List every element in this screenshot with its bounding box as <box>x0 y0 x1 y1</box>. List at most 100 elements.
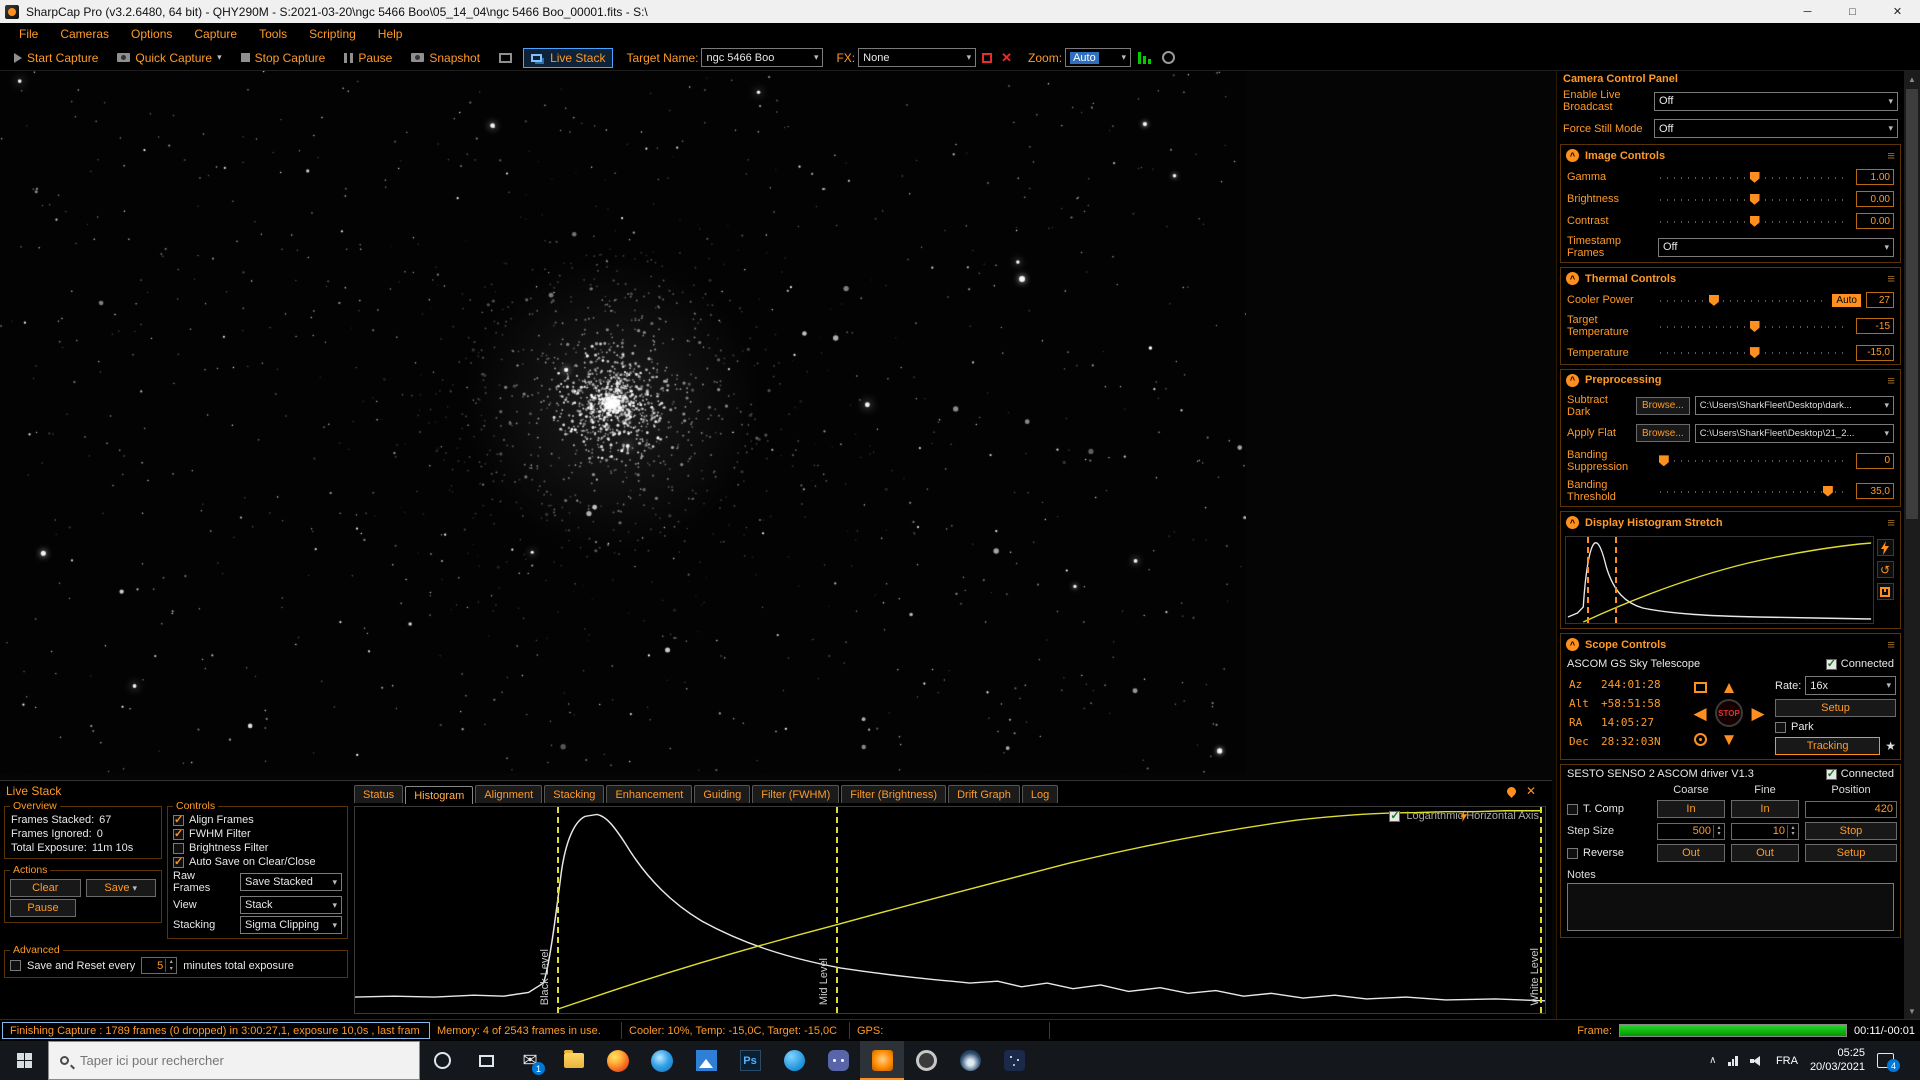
slew-right-button[interactable]: ▶ <box>1751 705 1764 722</box>
ascom-dialog-icon[interactable] <box>1693 681 1707 693</box>
select-area-icon[interactable] <box>982 52 993 63</box>
menu-help[interactable]: Help <box>367 27 414 41</box>
slider-thumb[interactable] <box>1658 455 1669 467</box>
stop-capture-button[interactable]: Stop Capture <box>233 48 334 68</box>
reset-stretch-button[interactable]: ↺ <box>1876 561 1894 579</box>
network-icon[interactable] <box>1728 1055 1738 1066</box>
subtract-dark-path-select[interactable]: C:\Users\SharkFleet\Desktop\dark... ▾ <box>1694 396 1894 416</box>
connected-checkbox[interactable]: ✓ <box>1825 768 1837 780</box>
align-frames-row[interactable]: ✓ Align Frames <box>173 813 342 827</box>
view-select[interactable]: Stack ▾ <box>240 896 342 914</box>
focuser-in-fine-button[interactable]: In <box>1731 800 1799 819</box>
focuser-connected[interactable]: ✓ Connected <box>1825 768 1894 780</box>
close-icon[interactable]: ✕ <box>1526 785 1536 797</box>
menu-cameras[interactable]: Cameras <box>49 27 120 41</box>
tracking-button[interactable]: Tracking <box>1775 737 1881 756</box>
menu-options[interactable]: Options <box>120 27 183 41</box>
slew-stop-button[interactable]: STOP <box>1715 699 1743 728</box>
stellarium-button[interactable] <box>948 1041 992 1080</box>
scroll-down-icon[interactable]: ▼ <box>1904 1003 1920 1019</box>
tab-guiding[interactable]: Guiding <box>694 785 751 803</box>
banding-suppression-slider[interactable] <box>1658 453 1851 468</box>
apply-flat-browse-button[interactable]: Browse... <box>1636 424 1690 443</box>
align-frames-checkbox[interactable]: ✓ <box>173 814 184 826</box>
fwhm-filter-checkbox[interactable]: ✓ <box>173 828 184 840</box>
tab-filter-fwhm[interactable]: Filter (FWHM) <box>752 785 840 803</box>
auto-save-checkbox[interactable]: ✓ <box>173 856 184 868</box>
scope-controls-header[interactable]: ^ Scope Controls ≡ <box>1561 634 1900 655</box>
t-comp-row[interactable]: T. Comp <box>1567 803 1651 815</box>
save-reset-checkbox[interactable] <box>10 960 21 971</box>
slider-thumb[interactable] <box>1822 485 1833 497</box>
clear-selection-icon[interactable]: ✕ <box>998 50 1015 66</box>
mid-level-line[interactable] <box>1615 537 1618 624</box>
pause-stack-button[interactable]: Pause <box>10 899 76 917</box>
section-menu-icon[interactable]: ≡ <box>1887 373 1895 388</box>
slider-thumb[interactable] <box>1749 171 1760 183</box>
tab-log[interactable]: Log <box>1021 785 1059 803</box>
home-icon[interactable] <box>1693 732 1707 746</box>
start-button[interactable] <box>0 1041 48 1080</box>
target-temperature-slider[interactable] <box>1658 319 1851 334</box>
scrollbar-thumb[interactable] <box>1906 89 1918 519</box>
slider-thumb[interactable] <box>1749 193 1760 205</box>
clear-button[interactable]: Clear <box>10 879 81 897</box>
auto-stretch-button[interactable] <box>1876 539 1894 557</box>
reverse-row[interactable]: Reverse <box>1567 847 1651 859</box>
park-checkbox[interactable] <box>1775 721 1786 733</box>
language-indicator[interactable]: FRA <box>1776 1055 1798 1067</box>
enable-live-broadcast-select[interactable]: Off ▾ <box>1654 91 1898 111</box>
maximize-button[interactable]: □ <box>1830 0 1875 23</box>
brightness-filter-checkbox[interactable] <box>173 842 184 854</box>
cooler-power-slider[interactable] <box>1658 293 1827 308</box>
contrast-value[interactable]: 0.00 <box>1856 213 1894 230</box>
histogram-tool-icon[interactable] <box>1138 51 1152 64</box>
task-view-button[interactable] <box>464 1041 508 1080</box>
close-button[interactable]: ✕ <box>1875 0 1920 23</box>
contrast-slider[interactable] <box>1658 214 1851 229</box>
tab-histogram[interactable]: Histogram <box>405 786 474 804</box>
cooler-power-value[interactable]: 27 <box>1866 292 1894 309</box>
folder-monitor-button[interactable] <box>491 50 520 66</box>
lightning-icon[interactable] <box>1389 810 1539 822</box>
section-menu-icon[interactable]: ≡ <box>1887 637 1895 652</box>
fx-select[interactable]: None ▾ <box>858 48 977 67</box>
step-fine-spinner[interactable]: 10 ▴ ▾ <box>1731 822 1799 840</box>
brightness-value[interactable]: 0.00 <box>1856 191 1894 208</box>
quick-capture-button[interactable]: Quick Capture ▾ <box>109 48 229 68</box>
scroll-up-icon[interactable]: ▲ <box>1904 71 1920 87</box>
preprocessing-header[interactable]: ^ Preprocessing ≡ <box>1561 370 1900 391</box>
notes-textarea[interactable] <box>1567 883 1894 932</box>
tab-status[interactable]: Status <box>354 785 404 803</box>
menu-capture[interactable]: Capture <box>183 27 248 41</box>
mid-level-line[interactable] <box>835 807 838 1013</box>
pause-button[interactable]: Pause <box>336 48 400 68</box>
menu-scripting[interactable]: Scripting <box>298 27 367 41</box>
gray-app-button[interactable] <box>904 1041 948 1080</box>
target-name-select[interactable]: ngc 5466 Boo ▾ <box>701 48 824 67</box>
slew-left-button[interactable]: ◀ <box>1693 705 1706 722</box>
step-coarse-spinner[interactable]: 500 ▴ ▾ <box>1657 822 1725 840</box>
pin-icon[interactable] <box>1505 784 1518 798</box>
photos-button[interactable] <box>684 1041 728 1080</box>
reticle-icon[interactable] <box>1162 51 1176 64</box>
scope-setup-button[interactable]: Setup <box>1775 699 1896 718</box>
save-button[interactable]: Save ▾ <box>85 879 156 897</box>
focuser-stop-button[interactable]: Stop <box>1805 822 1897 841</box>
image-controls-header[interactable]: ^ Image Controls ≡ <box>1561 145 1900 166</box>
search-input[interactable] <box>78 1052 408 1069</box>
discord-button[interactable] <box>816 1041 860 1080</box>
section-menu-icon[interactable]: ≡ <box>1887 148 1895 163</box>
focuser-in-coarse-button[interactable]: In <box>1657 800 1725 819</box>
collapse-icon[interactable]: ^ <box>1566 516 1579 530</box>
collapse-icon[interactable]: ^ <box>1566 638 1579 652</box>
scope-connected[interactable]: ✓ Connected <box>1825 658 1894 670</box>
banding-threshold-slider[interactable] <box>1658 484 1851 499</box>
sharpcap-taskbar-button[interactable] <box>860 1041 904 1080</box>
cortana-button[interactable] <box>420 1041 464 1080</box>
raw-frames-select[interactable]: Save Stacked ▾ <box>240 873 342 891</box>
clock[interactable]: 05:25 20/03/2021 <box>1810 1047 1865 1075</box>
gamma-value[interactable]: 1.00 <box>1856 169 1894 186</box>
mail-app-button[interactable]: ✉ 1 <box>508 1041 552 1080</box>
collapse-icon[interactable]: ^ <box>1566 272 1579 286</box>
